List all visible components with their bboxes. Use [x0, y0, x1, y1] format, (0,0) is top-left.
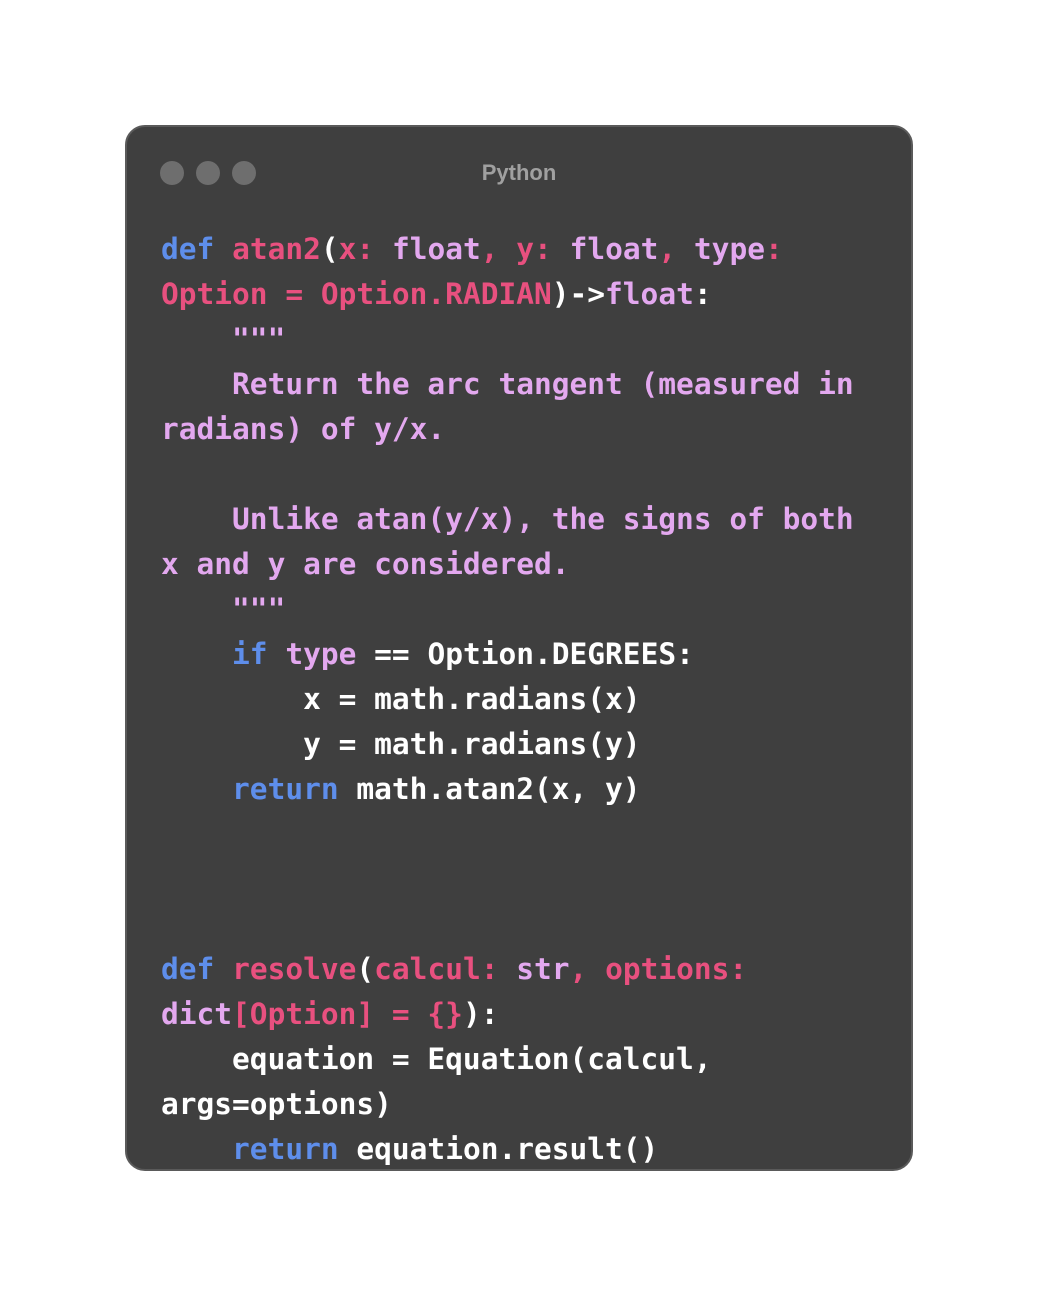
docstring-text: Return the arc tangent (measured in	[232, 367, 854, 401]
equation-assign: equation = Equation(calcul,	[232, 1042, 712, 1076]
return-expression: math.atan2(x, y)	[356, 772, 641, 806]
type-float: float	[569, 232, 659, 266]
code-line: def resolve(calcul: str, options:	[161, 947, 881, 992]
comma: ,	[658, 232, 677, 266]
code-line: """	[161, 587, 881, 632]
option-default: Option = Option.RADIAN	[161, 277, 552, 311]
return-expression: equation.result()	[356, 1132, 659, 1166]
window-title: Python	[481, 160, 557, 185]
param-type: type	[285, 637, 357, 671]
type-float: float	[391, 232, 481, 266]
paren: (	[320, 232, 339, 266]
param-type: type	[693, 232, 765, 266]
type-dict: dict	[161, 997, 233, 1031]
function-name: resolve	[232, 952, 357, 986]
function-name: atan2	[232, 232, 321, 266]
code-window: Python def atan2(x: float, y: float, typ…	[125, 125, 913, 1171]
code-line: Unlike atan(y/x), the signs of both	[161, 497, 881, 542]
code-line: x and y are considered.	[161, 542, 881, 587]
code-line: return equation.result()	[161, 1127, 881, 1169]
docstring-close: """	[232, 592, 286, 626]
keyword-def: def	[161, 952, 215, 986]
param-x: x:	[338, 232, 375, 266]
type-str: str	[516, 952, 570, 986]
code-line: Option = Option.RADIAN)->float:	[161, 272, 881, 317]
keyword-if: if	[232, 637, 268, 671]
assign-y: y = math.radians(y)	[303, 727, 641, 761]
comma: ,	[569, 952, 588, 986]
docstring-open: """	[232, 322, 286, 356]
param-y: y:	[516, 232, 552, 266]
code-line: equation = Equation(calcul,	[161, 1037, 881, 1082]
code-line: radians) of y/x.	[161, 407, 881, 452]
code-line: Return the arc tangent (measured in	[161, 362, 881, 407]
code-line: def atan2(x: float, y: float, type:	[161, 227, 881, 272]
arrow: )->	[551, 277, 606, 311]
keyword-def: def	[161, 232, 215, 266]
param-options: options:	[605, 952, 748, 986]
keyword-return: return	[232, 1132, 339, 1166]
docstring-text: x and y are considered.	[161, 547, 570, 581]
paren: (	[356, 952, 375, 986]
docstring-text: radians) of y/x.	[161, 412, 446, 446]
dict-generic: [Option] = {}	[232, 997, 463, 1031]
code-line: return math.atan2(x, y)	[161, 767, 881, 812]
code-block: def atan2(x: float, y: float, type: Optio…	[161, 227, 881, 1169]
close-paren: ):	[462, 997, 499, 1031]
code-line: y = math.radians(y)	[161, 722, 881, 767]
if-condition: == Option.DEGREES:	[374, 637, 694, 671]
code-line: if type == Option.DEGREES:	[161, 632, 881, 677]
code-line: x = math.radians(x)	[161, 677, 881, 722]
comma: ,	[480, 232, 499, 266]
keyword-return: return	[232, 772, 339, 806]
title-bar: Python	[127, 127, 911, 223]
assign-x: x = math.radians(x)	[303, 682, 641, 716]
colon: :	[764, 232, 783, 266]
docstring-text: Unlike atan(y/x), the signs of both	[232, 502, 854, 536]
code-line: dict[Option] = {}):	[161, 992, 881, 1037]
code-line: args=options)	[161, 1082, 881, 1127]
equation-args: args=options)	[161, 1087, 392, 1121]
code-line: """	[161, 317, 881, 362]
param-calcul: calcul:	[374, 952, 499, 986]
colon: :	[693, 277, 712, 311]
return-type: float	[605, 277, 694, 311]
